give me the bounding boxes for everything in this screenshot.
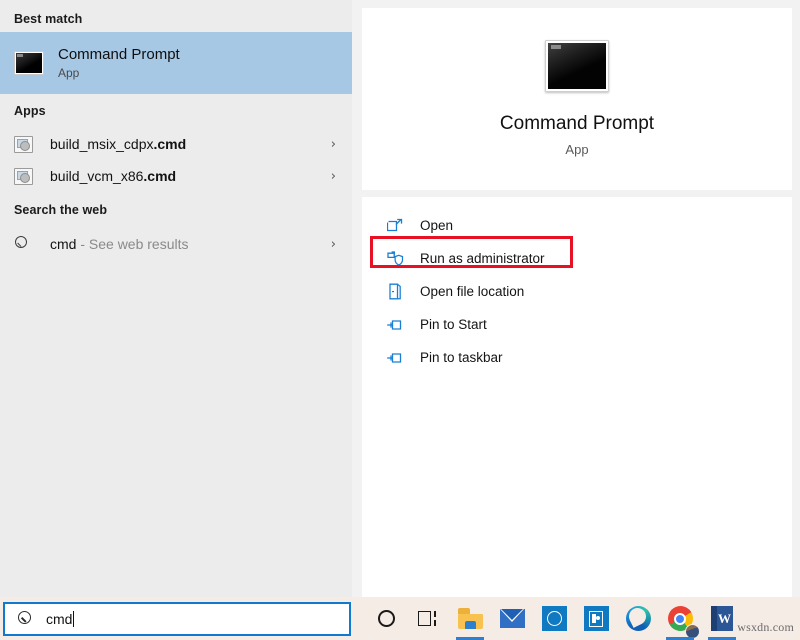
group-header-search-the-web: Search the web — [14, 203, 108, 217]
best-match-text: Command Prompt App — [58, 45, 180, 82]
cortana-circle-icon — [377, 610, 395, 627]
pin-icon — [384, 318, 406, 332]
preview-app-title: Command Prompt — [499, 113, 655, 134]
task-view-icon — [418, 611, 438, 626]
word-icon: W — [711, 606, 733, 631]
shield-icon — [384, 250, 406, 267]
cmd-script-icon — [14, 135, 38, 153]
taskbar-button-cortana[interactable] — [365, 597, 407, 640]
start-search-flyout: Best match Command Prompt App Apps build… — [0, 0, 800, 597]
best-match-subtitle: App — [58, 65, 80, 80]
action-label: Pin to Start — [420, 316, 487, 332]
action-label: Open file location — [420, 283, 525, 299]
folder-page-icon — [384, 283, 406, 300]
action-label: Run as administrator — [420, 250, 545, 266]
pane-divider — [352, 0, 362, 597]
group-header-best-match: Best match — [14, 12, 83, 26]
taskbar-button-mail[interactable] — [491, 597, 533, 640]
taskbar-button-file-explorer[interactable] — [449, 597, 491, 640]
result-item-web-search-cmd[interactable]: cmd - See web results › — [0, 228, 352, 260]
store-icon — [583, 606, 609, 631]
windows-search-screen: Best match Command Prompt App Apps build… — [0, 0, 800, 640]
console-icon — [545, 40, 609, 92]
search-input-value: cmd — [46, 610, 73, 627]
result-item-label: build_msix_cdpx.cmd — [50, 136, 187, 152]
edge-icon — [625, 606, 651, 631]
taskbar-button-task-view[interactable] — [407, 597, 449, 640]
preview-app-type: App — [565, 142, 589, 157]
best-match-title: Command Prompt — [58, 45, 180, 63]
action-label: Open — [420, 217, 454, 233]
console-icon — [12, 51, 46, 75]
taskbar: cmd W — [0, 597, 800, 640]
watermark-text: wsxdn.com — [737, 620, 794, 634]
result-item-label: cmd - See web results — [50, 236, 189, 252]
result-item-build-msix-cdpx[interactable]: build_msix_cdpx.cmd › — [0, 128, 352, 160]
action-pin-to-taskbar[interactable]: Pin to taskbar — [362, 341, 792, 374]
chevron-right-icon[interactable]: › — [331, 238, 336, 251]
cmd-script-icon — [14, 167, 38, 185]
taskbar-button-microsoft-store[interactable] — [575, 597, 617, 640]
result-best-match-command-prompt[interactable]: Command Prompt App — [0, 32, 352, 94]
taskbar-button-microsoft-edge[interactable] — [617, 597, 659, 640]
file-explorer-icon — [457, 608, 483, 629]
chevron-right-icon[interactable]: › — [331, 138, 336, 151]
taskbar-search-input[interactable]: cmd — [3, 601, 351, 636]
text-caret — [73, 610, 75, 627]
taskbar-button-google-chrome[interactable] — [659, 597, 701, 640]
preview-header-card: Command Prompt App — [362, 8, 792, 190]
action-open-file-location[interactable]: Open file location — [362, 275, 792, 308]
taskbar-buttons: W — [351, 597, 800, 640]
preview-actions-card: Open Run as administrator Open file loca… — [362, 197, 792, 597]
open-external-icon — [384, 218, 406, 234]
chevron-right-icon[interactable]: › — [331, 170, 336, 183]
app-preview-pane: Command Prompt App Open Run as administr… — [362, 0, 800, 597]
action-open[interactable]: Open — [362, 209, 792, 242]
result-item-label: build_vcm_x86.cmd — [50, 168, 177, 184]
search-icon — [17, 610, 34, 627]
taskbar-button-dell[interactable] — [533, 597, 575, 640]
action-label: Pin to taskbar — [420, 349, 503, 365]
action-pin-to-start[interactable]: Pin to Start — [362, 308, 792, 341]
mail-icon — [499, 609, 525, 628]
pin-icon — [384, 351, 406, 365]
result-item-build-vcm-x86[interactable]: build_vcm_x86.cmd › — [0, 160, 352, 192]
search-results-pane: Best match Command Prompt App Apps build… — [0, 0, 352, 597]
action-run-as-administrator[interactable]: Run as administrator — [362, 242, 792, 275]
search-icon — [14, 236, 38, 252]
group-header-apps: Apps — [14, 104, 46, 118]
dell-icon — [541, 606, 567, 631]
